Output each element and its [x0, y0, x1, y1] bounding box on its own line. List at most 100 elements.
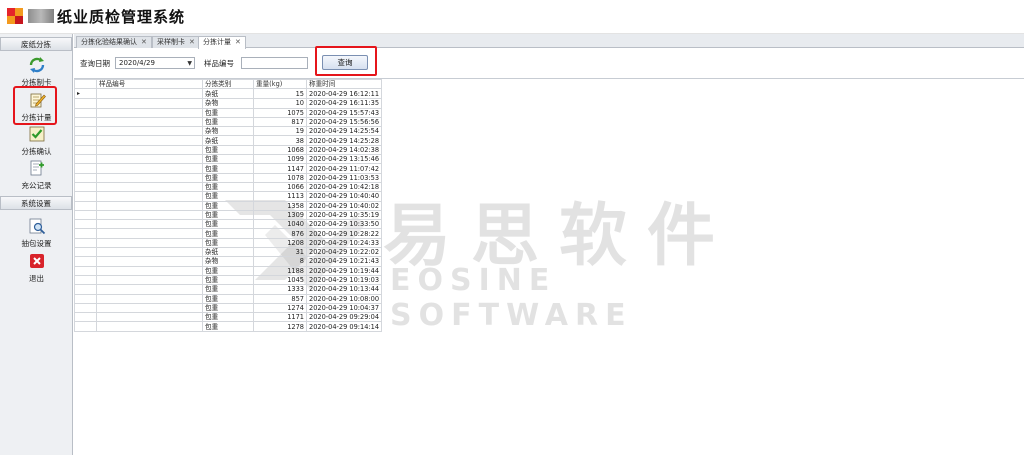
row-indicator[interactable]	[74, 256, 97, 267]
close-icon[interactable]: ✕	[189, 38, 195, 46]
table-row[interactable]: 包重 1113 2020-04-29 10:40:40	[74, 191, 383, 202]
table-cell[interactable]: 8	[253, 256, 307, 267]
table-cell[interactable]: 2020-04-29 11:03:53	[305, 172, 383, 183]
table-cell[interactable]	[96, 107, 203, 118]
table-cell[interactable]: 2020-04-29 09:29:04	[305, 312, 383, 323]
table-row[interactable]: 包重 1188 2020-04-29 10:19:44	[74, 265, 383, 276]
table-row[interactable]: 包重 1066 2020-04-29 10:42:18	[74, 181, 383, 193]
table-cell[interactable]: 杂物	[202, 126, 254, 137]
row-indicator[interactable]	[74, 209, 97, 221]
table-cell[interactable]	[96, 256, 203, 267]
table-cell[interactable]: 包重	[202, 200, 254, 211]
row-indicator[interactable]	[74, 135, 97, 146]
close-icon[interactable]: ✕	[141, 38, 147, 46]
table-cell[interactable]	[96, 284, 203, 295]
table-cell[interactable]: 2020-04-29 10:19:03	[305, 274, 383, 286]
table-cell[interactable]: 包重	[202, 237, 254, 249]
sidebar-item-sorting-card[interactable]: 分拣制卡	[0, 56, 73, 88]
table-cell[interactable]: 1147	[253, 163, 307, 174]
table-row[interactable]: 包重 1208 2020-04-29 10:24:33	[74, 237, 383, 249]
table-cell[interactable]: 2020-04-29 10:22:02	[305, 247, 383, 258]
query-button[interactable]: 查询	[322, 55, 368, 70]
table-cell[interactable]: 1040	[253, 219, 307, 230]
row-indicator[interactable]	[74, 116, 97, 128]
table-cell[interactable]: 2020-04-29 13:15:46	[305, 154, 383, 165]
table-cell[interactable]	[96, 181, 203, 193]
table-cell[interactable]: 包重	[202, 107, 254, 118]
table-cell[interactable]: 包重	[202, 302, 254, 314]
table-cell[interactable]: 2020-04-29 10:13:44	[305, 284, 383, 295]
table-row[interactable]: 包重 1147 2020-04-29 11:07:42	[74, 163, 383, 174]
table-cell[interactable]: 2020-04-29 10:40:40	[305, 191, 383, 202]
table-cell[interactable]	[96, 302, 203, 314]
row-indicator[interactable]: ▸	[74, 88, 97, 100]
table-row[interactable]: 包重 857 2020-04-29 10:08:00	[74, 293, 383, 304]
table-cell[interactable]	[96, 144, 203, 156]
table-cell[interactable]: 1099	[253, 154, 307, 165]
table-cell[interactable]	[96, 163, 203, 174]
table-row[interactable]: 包重 1309 2020-04-29 10:35:19	[74, 209, 383, 221]
row-indicator[interactable]	[74, 265, 97, 276]
row-indicator[interactable]	[74, 107, 97, 118]
table-cell[interactable]: 31	[253, 247, 307, 258]
table-cell[interactable]: 包重	[202, 144, 254, 156]
table-cell[interactable]: 1188	[253, 265, 307, 276]
table-cell[interactable]	[96, 274, 203, 286]
table-row[interactable]: 包重 1045 2020-04-29 10:19:03	[74, 274, 383, 286]
table-cell[interactable]: 2020-04-29 16:12:11	[305, 88, 383, 100]
row-indicator[interactable]	[74, 219, 97, 230]
table-cell[interactable]: 杂物	[202, 256, 254, 267]
table-cell[interactable]: 1078	[253, 172, 307, 183]
table-cell[interactable]: 10	[253, 98, 307, 109]
table-cell[interactable]: 2020-04-29 10:04:37	[305, 302, 383, 314]
table-cell[interactable]: 2020-04-29 16:11:35	[305, 98, 383, 109]
table-cell[interactable]: 2020-04-29 10:35:19	[305, 209, 383, 221]
column-header-weight[interactable]: 重量(kg)	[253, 78, 307, 90]
tab-sampling-card[interactable]: 采样制卡 ✕	[152, 36, 200, 48]
table-row[interactable]: 包重 1075 2020-04-29 15:57:43	[74, 107, 383, 118]
table-cell[interactable]: 包重	[202, 191, 254, 202]
sidebar-group-system-settings[interactable]: 系统设置	[0, 196, 72, 210]
table-cell[interactable]	[96, 126, 203, 137]
table-cell[interactable]: 1358	[253, 200, 307, 211]
table-cell[interactable]: 包重	[202, 228, 254, 239]
table-cell[interactable]: 2020-04-29 15:56:56	[305, 116, 383, 128]
table-cell[interactable]	[96, 209, 203, 221]
table-cell[interactable]: 876	[253, 228, 307, 239]
table-cell[interactable]: 1333	[253, 284, 307, 295]
table-row[interactable]: 杂物 10 2020-04-29 16:11:35	[74, 98, 383, 109]
row-indicator[interactable]	[74, 191, 97, 202]
row-indicator[interactable]	[74, 126, 97, 137]
table-cell[interactable]: 1171	[253, 312, 307, 323]
table-row[interactable]: ▸ 杂纸 15 2020-04-29 16:12:11	[74, 88, 383, 100]
row-indicator[interactable]	[74, 312, 97, 323]
table-cell[interactable]	[96, 265, 203, 276]
table-cell[interactable]: 杂纸	[202, 247, 254, 258]
table-cell[interactable]: 2020-04-29 15:57:43	[305, 107, 383, 118]
table-cell[interactable]	[96, 88, 203, 100]
table-row[interactable]: 杂纸 38 2020-04-29 14:25:28	[74, 135, 383, 146]
table-cell[interactable]: 2020-04-29 10:21:43	[305, 256, 383, 267]
sample-number-input[interactable]	[241, 57, 308, 69]
tab-sorting-result-confirm[interactable]: 分拣化验结果确认 ✕	[76, 36, 152, 48]
table-cell[interactable]: 1113	[253, 191, 307, 202]
table-cell[interactable]	[96, 321, 203, 332]
table-row[interactable]: 包重 876 2020-04-29 10:28:22	[74, 228, 383, 239]
table-cell[interactable]: 包重	[202, 209, 254, 221]
column-header-sample-number[interactable]: 样品编号	[96, 78, 203, 90]
table-cell[interactable]: 2020-04-29 14:25:54	[305, 126, 383, 137]
row-indicator[interactable]	[74, 181, 97, 193]
table-cell[interactable]: 包重	[202, 116, 254, 128]
table-cell[interactable]: 2020-04-29 10:28:22	[305, 228, 383, 239]
table-row[interactable]: 包重 1278 2020-04-29 09:14:14	[74, 321, 383, 332]
table-cell[interactable]: 2020-04-29 09:14:14	[305, 321, 383, 332]
row-indicator[interactable]	[74, 98, 97, 109]
row-indicator[interactable]	[74, 302, 97, 314]
table-cell[interactable]: 1045	[253, 274, 307, 286]
row-indicator[interactable]	[74, 284, 97, 295]
table-cell[interactable]: 857	[253, 293, 307, 304]
row-indicator[interactable]	[74, 247, 97, 258]
table-cell[interactable]: 包重	[202, 274, 254, 286]
table-cell[interactable]	[96, 200, 203, 211]
table-row[interactable]: 包重 1333 2020-04-29 10:13:44	[74, 284, 383, 295]
